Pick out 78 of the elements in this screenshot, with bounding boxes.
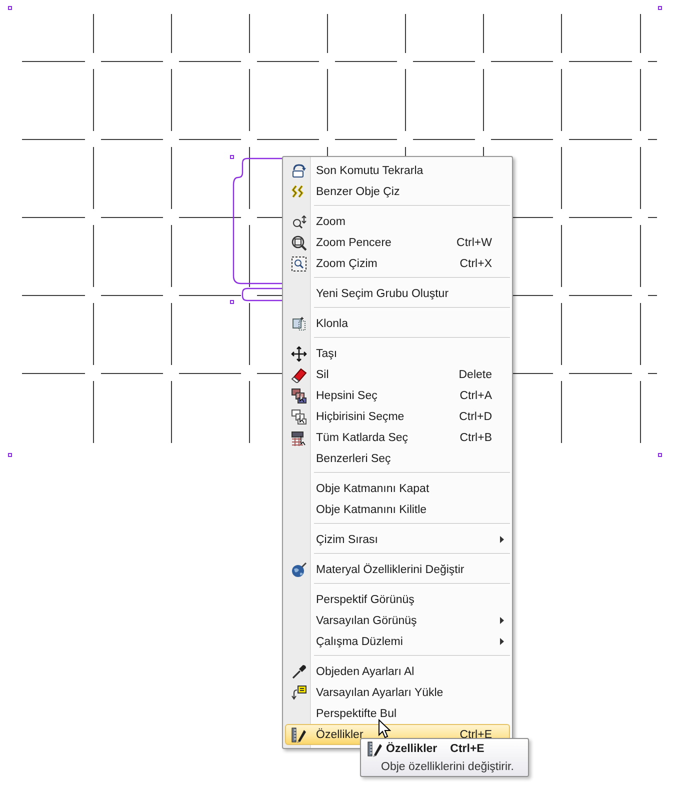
menu-item-label: Obje Katmanını Kilitle <box>316 504 427 516</box>
eraser-icon <box>291 366 307 382</box>
tooltip-shortcut: Ctrl+E <box>450 743 484 755</box>
menu-item[interactable]: Materyal Özelliklerini Değiştir <box>285 559 510 580</box>
menu-item-label: Varsayılan Ayarları Yükle <box>316 686 444 698</box>
menu-item[interactable]: Zoom Çizim Ctrl+X <box>285 253 510 274</box>
menu-item-label: Varsayılan Görünüş <box>316 614 417 626</box>
clone-icon <box>291 316 307 332</box>
ruler-pen-icon <box>367 741 383 757</box>
selection-handle[interactable] <box>658 6 662 10</box>
menu-item-label: Objeden Ayarları Al <box>316 666 414 678</box>
ruler-pen-icon <box>291 726 307 742</box>
menu-item[interactable]: Benzer Obje Çiz <box>285 181 510 202</box>
menu-item[interactable]: Perspektifte Bul <box>285 703 510 724</box>
move-icon <box>291 346 307 362</box>
menu-item-label: Son Komutu Tekrarla <box>316 164 424 176</box>
menu-item-label: Zoom Çizim <box>316 258 378 270</box>
menu-item[interactable]: Varsayılan Ayarları Yükle <box>285 682 510 703</box>
menu-item[interactable]: Hepsini Seç Ctrl+A <box>285 385 510 406</box>
shortcut-label: Ctrl+B <box>460 432 493 444</box>
menu-item-label: Zoom <box>316 216 346 228</box>
menu-item[interactable]: Benzerleri Seç <box>285 448 510 469</box>
menu-item-label: Çizim Sırası <box>316 534 378 546</box>
tooltip-description: Obje özelliklerini değiştirir. <box>381 761 515 773</box>
menu-item-label: Yeni Seçim Grubu Oluştur <box>316 288 449 300</box>
select-all-icon <box>291 388 307 404</box>
menu-item-label: Zoom Pencere <box>316 236 392 248</box>
selection-handle[interactable] <box>658 453 662 457</box>
shortcut-label: Ctrl+E <box>460 728 493 740</box>
menu-item-label: Çalışma Düzlemi <box>316 636 403 648</box>
menu-item[interactable]: Sil Delete <box>285 364 510 385</box>
selection-handle[interactable] <box>8 6 12 10</box>
menu-item[interactable]: Çizim Sırası <box>285 529 510 550</box>
menu-item-label: Perspektifte Bul <box>316 708 397 720</box>
menu-item[interactable]: Hiçbirisini Seçme Ctrl+D <box>285 406 510 427</box>
shortcut-label: Delete <box>458 368 493 380</box>
menu-item[interactable]: Varsayılan Görünüş <box>285 610 510 631</box>
load-settings-icon <box>291 684 307 700</box>
menu-item[interactable]: Klonla <box>285 313 510 334</box>
menu-item-label: Klonla <box>316 318 348 330</box>
menu-item[interactable]: Obje Katmanını Kapat <box>285 478 510 499</box>
mouse-pointer-icon <box>378 719 391 739</box>
select-none-icon <box>291 408 307 424</box>
menu-item[interactable]: Taşı <box>285 343 510 364</box>
shortcut-label: Ctrl+D <box>459 410 493 422</box>
menu-item-label: Sil <box>316 368 329 380</box>
menu-item[interactable]: Çalışma Düzlemi <box>285 631 510 652</box>
menu-item[interactable]: Tüm Katlarda Seç Ctrl+B <box>285 427 510 448</box>
menu-item[interactable]: Perspektif Görünüş <box>285 589 510 610</box>
selected-object-drawing[interactable] <box>230 155 285 304</box>
menu-item-label: Hiçbirisini Seçme <box>316 410 404 422</box>
menu-item[interactable]: Objeden Ayarları Al <box>285 661 510 682</box>
menu-item[interactable]: Zoom Pencere Ctrl+W <box>285 232 510 253</box>
shortcut-label: Ctrl+A <box>460 390 493 402</box>
menu-item-label: Benzerleri Seç <box>316 452 391 464</box>
menu-item-label: Obje Katmanını Kapat <box>316 482 430 494</box>
menu-item-label: Materyal Özelliklerini Değiştir <box>316 564 464 576</box>
zoom-window-icon <box>291 234 307 250</box>
eyedropper-icon <box>291 664 307 680</box>
layers-select-icon <box>291 430 307 446</box>
selection-handle[interactable] <box>8 453 12 457</box>
menu-item-label: Hepsini Seç <box>316 390 378 402</box>
shortcut-label: Ctrl+X <box>460 258 493 270</box>
menu-item[interactable]: Yeni Seçim Grubu Oluştur <box>285 283 510 304</box>
menu-item-label: Tüm Katlarda Seç <box>316 432 408 444</box>
menu-item-label: Taşı <box>316 348 338 360</box>
menu-item[interactable]: Son Komutu Tekrarla <box>285 160 510 181</box>
zoom-extents-icon <box>291 256 307 272</box>
menu-item[interactable]: Obje Katmanını Kilitle <box>285 499 510 520</box>
shortcut-label: Ctrl+W <box>456 236 493 248</box>
globe-icon <box>291 562 307 578</box>
tooltip-title: Özellikler <box>386 743 438 755</box>
menu-item[interactable]: Zoom <box>285 211 510 232</box>
menu-item-label: Benzer Obje Çiz <box>316 186 400 198</box>
menu-item-label: Özellikler <box>316 728 364 740</box>
zoom-icon <box>291 214 307 230</box>
redo-icon <box>291 162 307 178</box>
menu-item-label: Perspektif Görünüş <box>316 594 414 606</box>
